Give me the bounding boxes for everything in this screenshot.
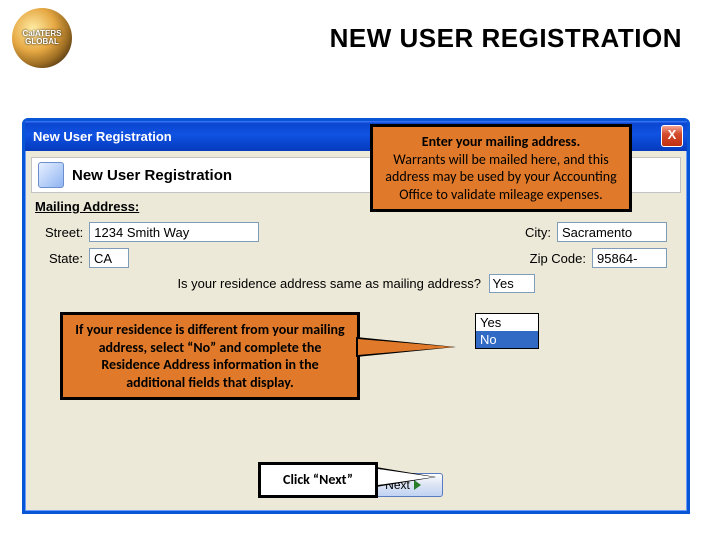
mailing-address-form: Street: City: State: Zip Code: Is your r… <box>25 218 687 293</box>
residence-answer-select[interactable]: Yes <box>489 274 535 293</box>
state-input[interactable] <box>89 248 129 268</box>
close-button[interactable]: X <box>661 125 683 147</box>
callout-mailing-body: Warrants will be mailed here, and this a… <box>385 151 616 203</box>
street-input[interactable] <box>89 222 259 242</box>
dropdown-option-no[interactable]: No <box>476 331 538 348</box>
residence-question-row: Is your residence address same as mailin… <box>45 274 667 293</box>
callout-residence-text: If your residence is different from your… <box>75 321 344 391</box>
pointer-to-dropdown-icon <box>356 337 456 357</box>
logo-text: CalATERS GLOBAL <box>12 30 72 46</box>
callout-click-next: Click “Next” <box>258 462 378 498</box>
callout-click-text: Click “Next” <box>283 471 353 488</box>
label-city: City: <box>525 225 551 240</box>
slide-header: CalATERS GLOBAL NEW USER REGISTRATION <box>0 0 720 76</box>
residence-question: Is your residence address same as mailin… <box>177 276 480 291</box>
pointer-to-next-icon <box>376 467 436 487</box>
window-subtitle: New User Registration <box>72 167 232 184</box>
label-zip: Zip Code: <box>530 251 586 266</box>
label-street: Street: <box>45 225 83 240</box>
city-input[interactable] <box>557 222 667 242</box>
user-card-icon <box>38 162 64 188</box>
close-icon: X <box>668 127 677 142</box>
page-title: NEW USER REGISTRATION <box>82 23 708 54</box>
residence-dropdown[interactable]: Yes No <box>475 313 539 349</box>
calaters-logo: CalATERS GLOBAL <box>12 8 72 68</box>
callout-mailing-bold: Enter your mailing address. <box>381 133 621 151</box>
callout-residence-different: If your residence is different from your… <box>60 312 360 400</box>
callout-mailing-address: Enter your mailing address. Warrants wil… <box>370 124 632 212</box>
label-state: State: <box>49 251 83 266</box>
dropdown-option-yes[interactable]: Yes <box>476 314 538 331</box>
zip-input[interactable] <box>592 248 667 268</box>
